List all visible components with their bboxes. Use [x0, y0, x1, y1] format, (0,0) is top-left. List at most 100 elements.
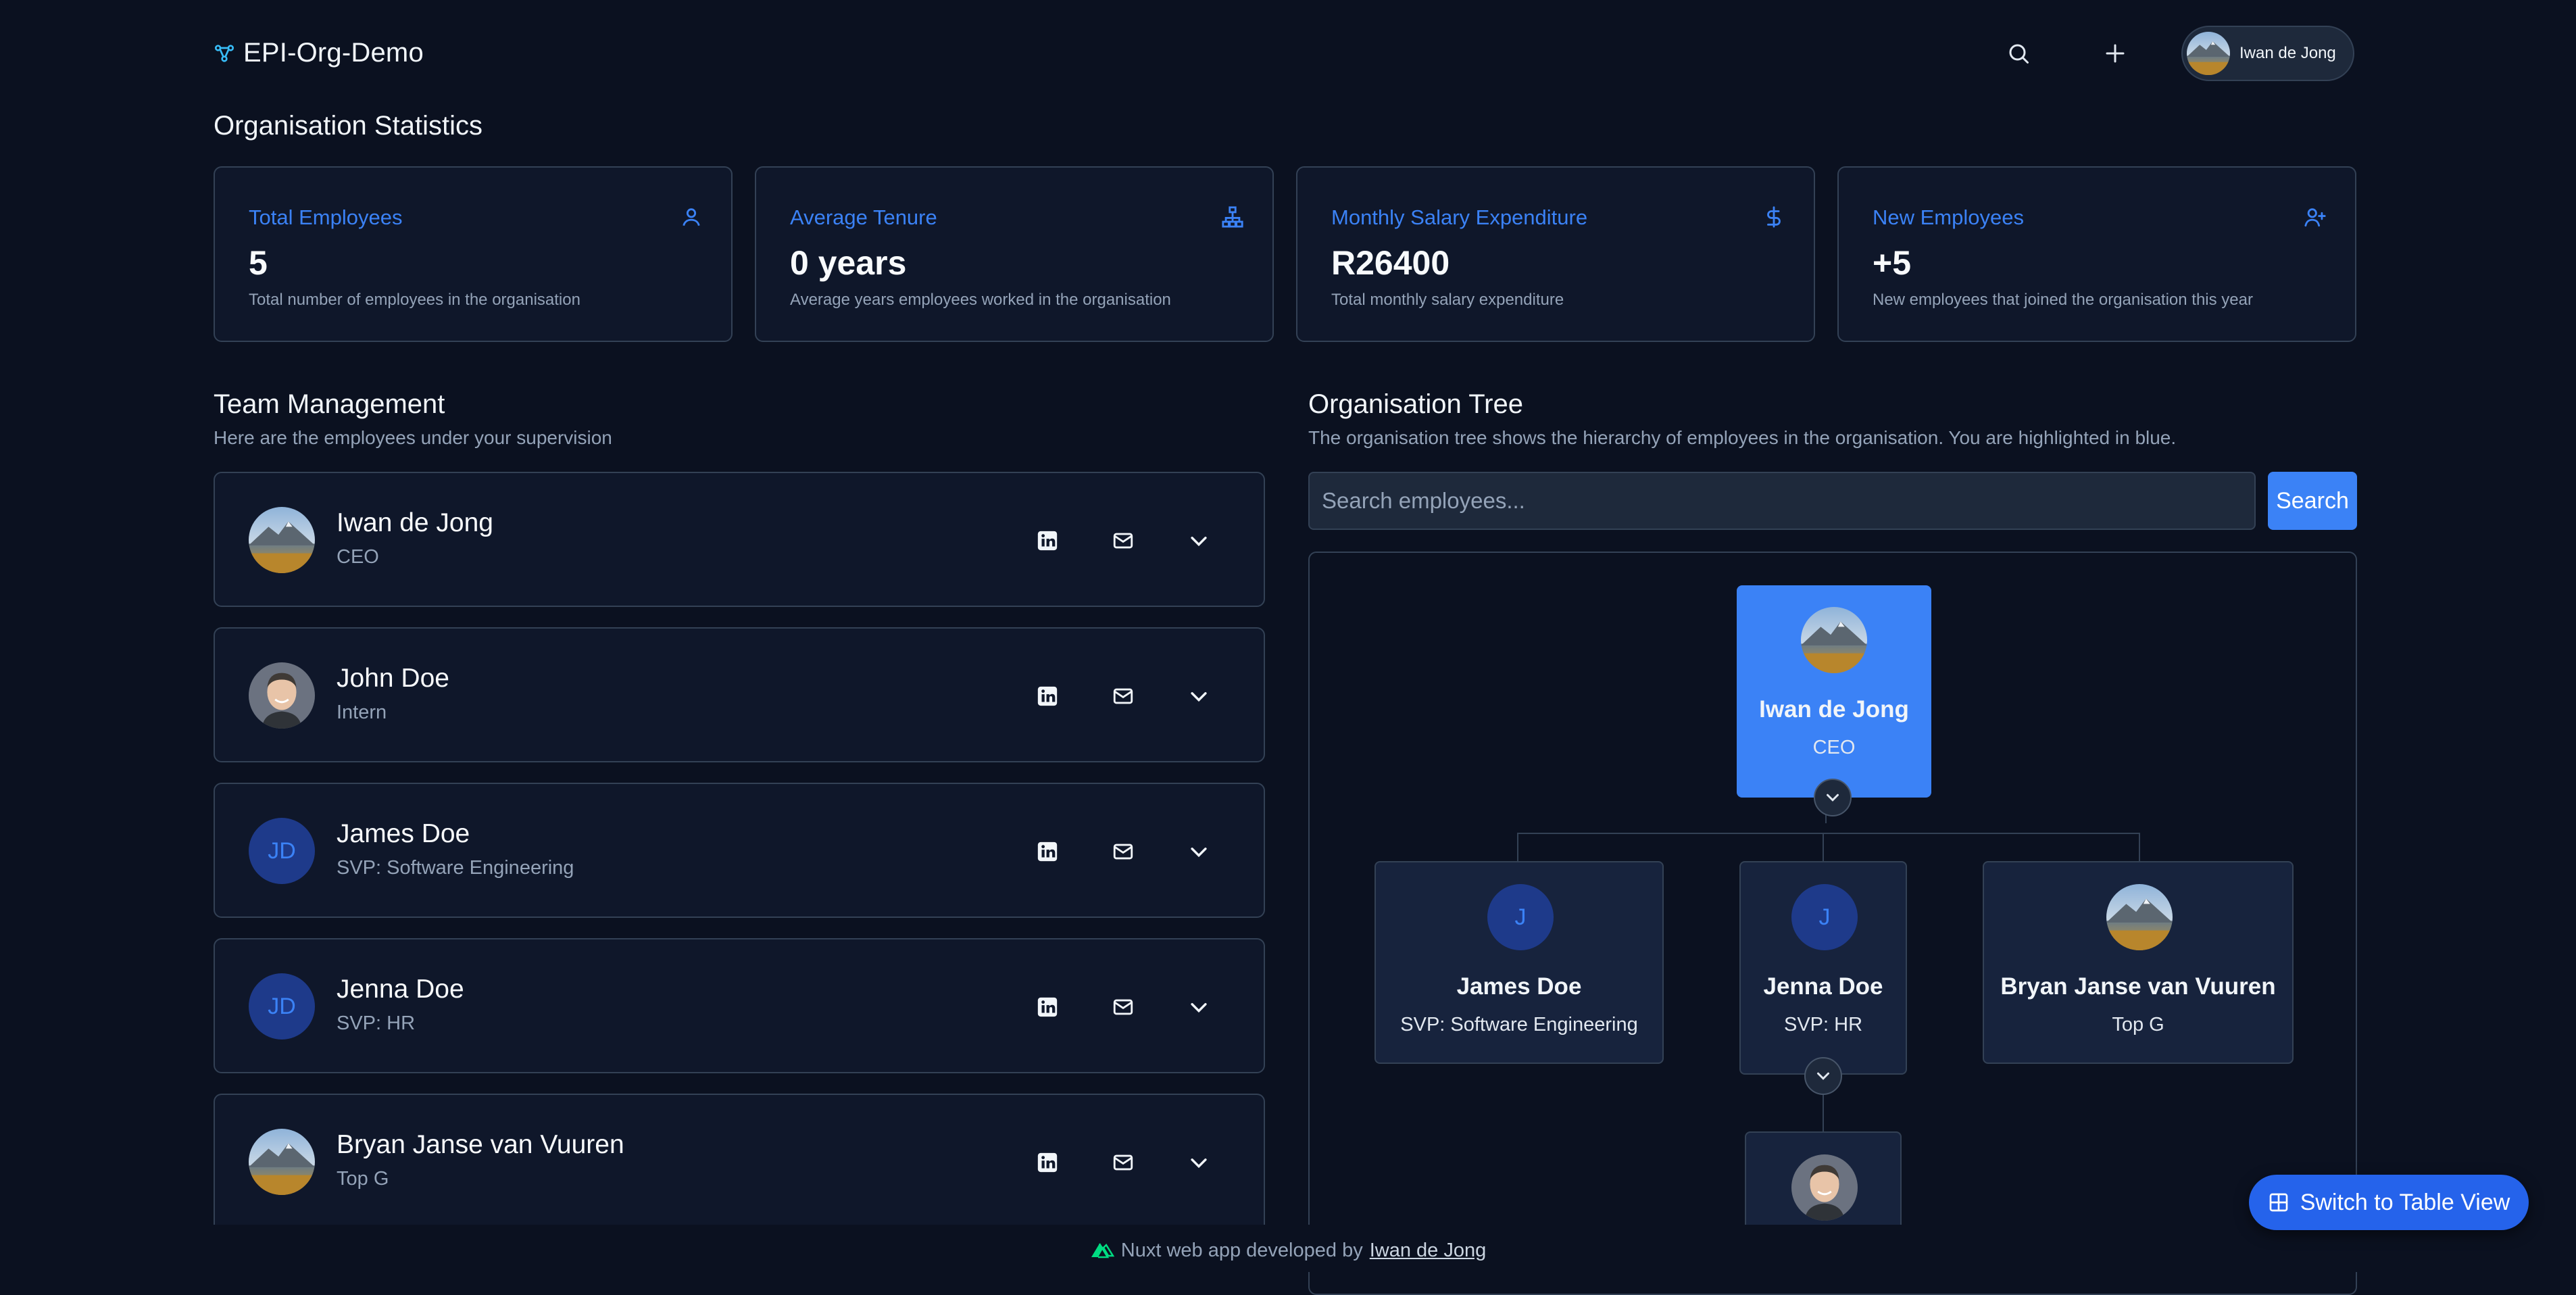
member-role: SVP: Software Engineering	[337, 857, 574, 879]
stat-desc: New employees that joined the organisati…	[1873, 291, 2253, 309]
tree-connector	[1823, 833, 1824, 861]
switch-to-table-view-button[interactable]: Switch to Table View	[2249, 1175, 2529, 1230]
mail-icon[interactable]	[1103, 831, 1143, 872]
stat-desc: Average years employees worked in the or…	[790, 291, 1171, 309]
tree-title: Organisation Tree	[1308, 389, 1523, 419]
avatar	[1801, 607, 1867, 673]
list-item[interactable]: JD Jenna Doe SVP: HR	[214, 938, 1265, 1073]
stat-label: Monthly Salary Expenditure	[1331, 205, 1588, 229]
expand-toggle[interactable]	[1814, 779, 1852, 816]
avatar	[1791, 1154, 1858, 1221]
org-chart-icon	[1221, 205, 1244, 228]
stat-value: 5	[249, 244, 268, 282]
footer-author-link[interactable]: Iwan de Jong	[1370, 1240, 1487, 1262]
list-item[interactable]: Bryan Janse van Vuuren Top G	[214, 1094, 1265, 1226]
mail-icon[interactable]	[1103, 1142, 1143, 1183]
stat-desc: Total number of employees in the organis…	[249, 291, 580, 309]
tree-connector	[1517, 833, 2140, 834]
avatar	[249, 507, 315, 573]
member-name: James Doe	[337, 819, 470, 848]
chevron-down-icon[interactable]	[1179, 1142, 1219, 1183]
stats-title: Organisation Statistics	[214, 111, 482, 141]
stat-label: Average Tenure	[790, 205, 937, 229]
avatar	[2106, 884, 2173, 950]
mail-icon[interactable]	[1103, 987, 1143, 1027]
app-logo[interactable]: EPI-Org-Demo	[214, 38, 424, 68]
avatar: J	[1487, 884, 1554, 950]
footer: Nuxt web app developed by Iwan de Jong	[0, 1237, 2576, 1264]
add-button[interactable]	[2094, 32, 2137, 75]
dollar-icon	[1762, 205, 1785, 228]
node-name: Iwan de Jong	[1759, 696, 1909, 723]
search-submit-button[interactable]: Search	[2268, 472, 2357, 530]
tree-node[interactable]: J James Doe SVP: Software Engineering	[1374, 861, 1664, 1064]
linkedin-icon[interactable]	[1027, 831, 1068, 872]
member-role: Intern	[337, 702, 387, 723]
app-title: EPI-Org-Demo	[243, 38, 424, 68]
user-menu[interactable]: Iwan de Jong	[2181, 26, 2354, 81]
avatar: JD	[249, 818, 315, 884]
tree-node-root[interactable]: Iwan de Jong CEO	[1737, 585, 1931, 798]
node-role: CEO	[1812, 737, 1856, 758]
node-role: Top G	[2112, 1014, 2164, 1035]
avatar	[249, 1129, 315, 1195]
member-name: John Doe	[337, 664, 449, 693]
nuxt-icon	[1090, 1242, 1114, 1259]
list-item[interactable]: Iwan de Jong CEO	[214, 472, 1265, 607]
node-role: SVP: HR	[1783, 1014, 1863, 1035]
team-subtitle: Here are the employees under your superv…	[214, 427, 612, 448]
footer-text: Nuxt web app developed by	[1120, 1239, 1363, 1261]
stat-desc: Total monthly salary expenditure	[1331, 291, 1564, 309]
member-role: Top G	[337, 1168, 389, 1190]
table-icon	[2268, 1192, 2289, 1213]
linkedin-icon[interactable]	[1027, 987, 1068, 1027]
chevron-down-icon[interactable]	[1179, 831, 1219, 872]
tree-subtitle: The organisation tree shows the hierarch…	[1308, 427, 2177, 448]
org-tree-panel[interactable]: Iwan de Jong CEO J James Doe SVP: Softwa…	[1308, 552, 2357, 1295]
mail-icon[interactable]	[1103, 676, 1143, 716]
team-title: Team Management	[214, 389, 445, 419]
tree-connector	[1517, 833, 1518, 861]
stat-label: New Employees	[1873, 205, 2024, 229]
avatar: J	[1791, 884, 1858, 950]
node-name: Bryan Janse van Vuuren	[2000, 973, 2276, 1000]
chevron-down-icon	[1813, 1066, 1833, 1086]
network-icon	[214, 43, 235, 64]
linkedin-icon[interactable]	[1027, 520, 1068, 561]
plus-icon	[2103, 41, 2127, 66]
chevron-down-icon[interactable]	[1179, 676, 1219, 716]
tree-connector	[2139, 833, 2140, 861]
node-role: SVP: Software Engineering	[1400, 1014, 1638, 1035]
stat-value: R26400	[1331, 244, 1450, 282]
list-item[interactable]: JD James Doe SVP: Software Engineering	[214, 783, 1265, 918]
linkedin-icon[interactable]	[1027, 1142, 1068, 1183]
member-name: Bryan Janse van Vuuren	[337, 1130, 624, 1159]
tree-node[interactable]: Bryan Janse van Vuuren Top G	[1983, 861, 2294, 1064]
expand-toggle[interactable]	[1804, 1057, 1842, 1095]
mail-icon[interactable]	[1103, 520, 1143, 561]
stat-card-new-employees: New Employees +5 New employees that join…	[1837, 166, 2356, 342]
stat-card-monthly-salary: Monthly Salary Expenditure R26400 Total …	[1296, 166, 1815, 342]
user-name: Iwan de Jong	[2239, 44, 2336, 62]
member-role: SVP: HR	[337, 1012, 416, 1034]
switch-label: Switch to Table View	[2300, 1189, 2510, 1215]
search-input[interactable]	[1308, 472, 2256, 530]
avatar: JD	[249, 973, 315, 1040]
stat-value: 0 years	[790, 244, 907, 282]
stat-card-total-employees: Total Employees 5 Total number of employ…	[214, 166, 733, 342]
stat-card-average-tenure: Average Tenure 0 years Average years emp…	[755, 166, 1274, 342]
linkedin-icon[interactable]	[1027, 676, 1068, 716]
avatar	[2187, 32, 2230, 75]
chevron-down-icon[interactable]	[1179, 520, 1219, 561]
stat-label: Total Employees	[249, 205, 403, 229]
search-button[interactable]	[1997, 32, 2040, 75]
node-name: Jenna Doe	[1763, 973, 1883, 1000]
member-name: Iwan de Jong	[337, 508, 494, 537]
tree-node[interactable]: J Jenna Doe SVP: HR	[1739, 861, 1907, 1075]
search-icon	[2006, 41, 2031, 66]
user-plus-icon	[2304, 205, 2327, 228]
list-item[interactable]: John Doe Intern	[214, 627, 1265, 762]
chevron-down-icon[interactable]	[1179, 987, 1219, 1027]
chevron-down-icon	[1823, 787, 1843, 808]
member-name: Jenna Doe	[337, 975, 464, 1004]
